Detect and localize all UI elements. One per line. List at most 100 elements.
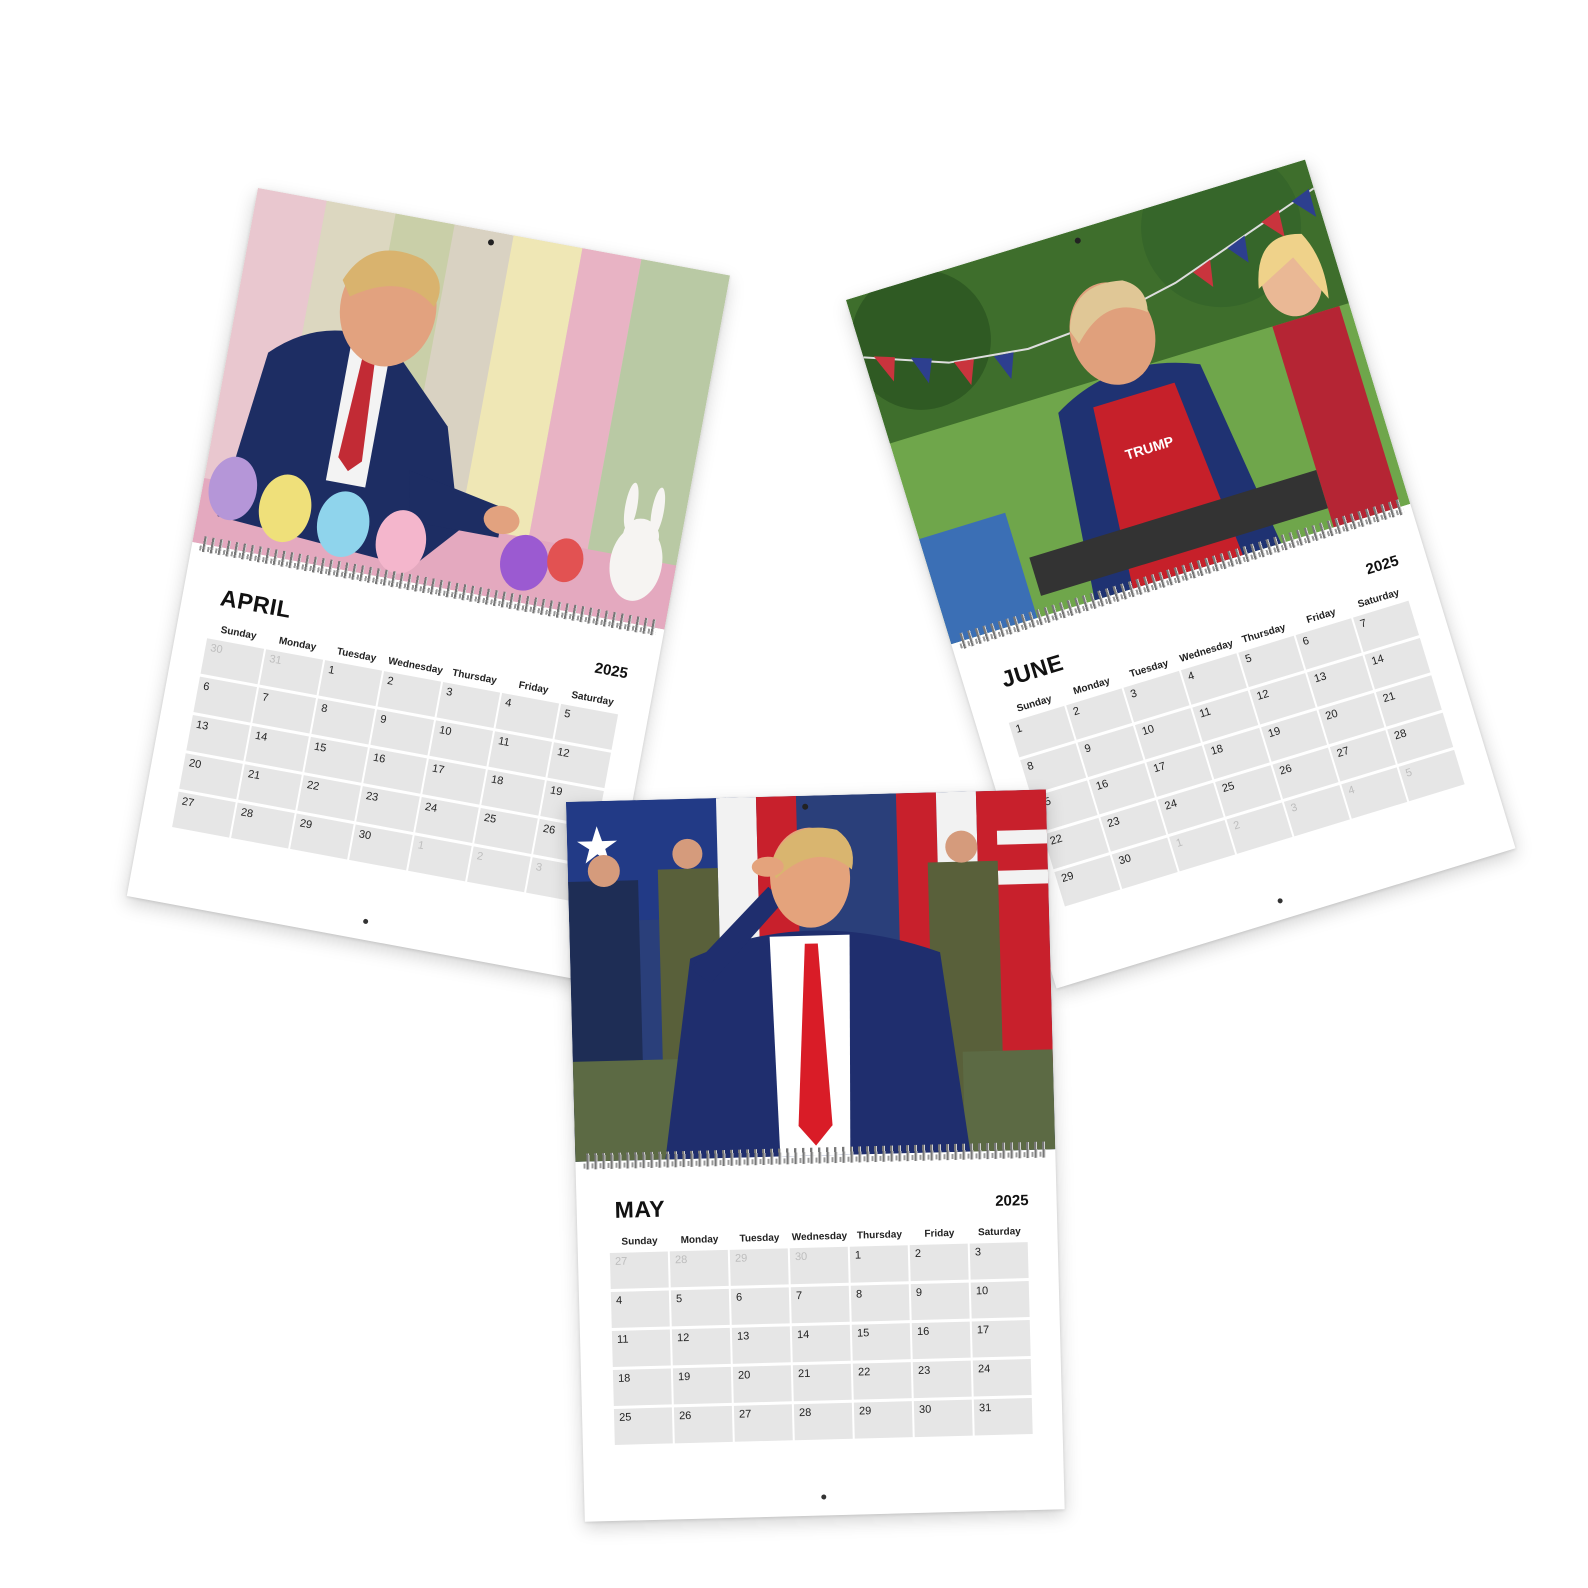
date-number: 7 <box>261 691 270 705</box>
date-cell: 17 <box>422 758 486 805</box>
date-cell: 29 <box>853 1401 913 1439</box>
date-number: 11 <box>1197 705 1213 721</box>
date-number: 4 <box>1186 669 1196 684</box>
date-number: 1 <box>416 839 426 853</box>
date-cell: 12 <box>671 1327 731 1366</box>
date-number: 12 <box>676 1331 690 1345</box>
year-label: 2025 <box>593 659 630 683</box>
date-number: 26 <box>1278 762 1294 778</box>
date-number: 15 <box>856 1327 870 1340</box>
date-number: 18 <box>1209 742 1225 758</box>
date-number: 11 <box>497 735 511 750</box>
weekday-label: Monday <box>680 1234 719 1247</box>
date-number: 2 <box>1071 704 1082 719</box>
date-number: 6 <box>1301 634 1311 649</box>
date-number: 1 <box>854 1249 862 1262</box>
date-cell: 9 <box>910 1282 970 1321</box>
date-number: 26 <box>678 1409 692 1423</box>
date-number: 28 <box>1392 727 1409 743</box>
date-cell: 7 <box>790 1285 850 1324</box>
bottom-hole <box>362 918 369 925</box>
date-cell: 18 <box>481 769 545 816</box>
date-number: 17 <box>976 1324 990 1337</box>
date-number: 13 <box>736 1330 750 1343</box>
date-cell: 22 <box>852 1362 912 1400</box>
date-cell: 15 <box>304 736 368 783</box>
date-cell: 18 <box>612 1368 672 1406</box>
date-number: 11 <box>616 1333 629 1346</box>
date-number: 3 <box>534 861 544 875</box>
date-cell: 7 <box>252 687 317 734</box>
may-photo <box>566 789 1056 1162</box>
date-number: 2 <box>914 1247 922 1261</box>
date-number: 4 <box>504 696 513 710</box>
date-number: 2 <box>475 850 485 864</box>
date-cell: 24 <box>972 1359 1032 1397</box>
date-cell: 1 <box>408 835 472 882</box>
date-number: 6 <box>202 680 211 694</box>
date-cell: 6 <box>193 676 258 723</box>
date-number: 18 <box>490 773 505 788</box>
date-number: 30 <box>209 642 224 657</box>
date-cell: 31 <box>973 1398 1033 1436</box>
date-cell: 2 <box>467 846 531 893</box>
date-number: 29 <box>1060 869 1076 885</box>
date-number: 24 <box>977 1363 991 1376</box>
date-cell: 13 <box>731 1326 791 1364</box>
date-cell: 16 <box>911 1321 971 1360</box>
date-cell: 2 <box>909 1243 969 1282</box>
date-number: 8 <box>1025 759 1036 774</box>
date-number: 23 <box>917 1364 931 1377</box>
date-number: 3 <box>974 1246 982 1259</box>
date-number: 27 <box>1335 744 1351 760</box>
date-number: 29 <box>734 1252 748 1265</box>
date-cell: 22 <box>297 775 361 822</box>
date-number: 4 <box>615 1294 623 1307</box>
date-cell: 10 <box>970 1281 1030 1319</box>
date-number: 16 <box>916 1325 930 1338</box>
date-number: 17 <box>431 762 446 777</box>
date-number: 13 <box>1312 670 1328 686</box>
date-number: 14 <box>796 1328 810 1342</box>
date-cell: 8 <box>850 1284 910 1322</box>
picnic-photo-illustration: TRUMP <box>846 159 1411 645</box>
month-title: JUNE <box>998 649 1067 693</box>
date-number: 20 <box>187 757 203 772</box>
date-number: 7 <box>1358 617 1369 631</box>
date-cell: 15 <box>851 1323 911 1361</box>
date-number: 2 <box>1232 819 1242 833</box>
date-cell: 19 <box>672 1366 732 1405</box>
date-cell: 27 <box>733 1404 793 1442</box>
weekday-label: Wednesday <box>791 1230 848 1244</box>
date-number: 21 <box>797 1367 811 1381</box>
date-number: 10 <box>438 724 453 739</box>
date-cell: 17 <box>971 1320 1031 1358</box>
date-number: 2 <box>386 674 395 688</box>
date-cell: 5 <box>670 1288 730 1327</box>
date-grid: 27 28 29 30 1 2 3 4 5 6 7 8 9 10 11 12 13 14 15 16 17 18 19 20 2… <box>609 1242 1035 1445</box>
date-number: 10 <box>1140 722 1156 738</box>
date-cell: 23 <box>912 1360 972 1399</box>
date-number: 16 <box>372 751 387 766</box>
date-number: 30 <box>794 1250 808 1264</box>
month-title: MAY <box>614 1195 666 1223</box>
date-number: 5 <box>1404 766 1414 780</box>
date-cell: 1 <box>849 1245 909 1283</box>
month-title: APRIL <box>218 584 294 623</box>
date-cell: 8 <box>311 698 376 745</box>
date-number: 9 <box>915 1286 923 1300</box>
date-number: 19 <box>1266 725 1282 741</box>
date-number: 1 <box>327 663 336 677</box>
date-number: 14 <box>1370 652 1386 668</box>
date-number: 19 <box>549 784 564 799</box>
date-number: 4 <box>1346 783 1357 798</box>
date-cell: 21 <box>792 1363 852 1402</box>
date-cell: 13 <box>186 714 250 761</box>
date-cell: 10 <box>429 720 493 767</box>
date-number: 23 <box>364 789 380 804</box>
date-number: 28 <box>798 1406 812 1420</box>
date-number: 10 <box>975 1285 989 1298</box>
date-number: 14 <box>254 729 269 744</box>
date-number: 20 <box>737 1369 751 1382</box>
date-number: 5 <box>563 707 572 721</box>
